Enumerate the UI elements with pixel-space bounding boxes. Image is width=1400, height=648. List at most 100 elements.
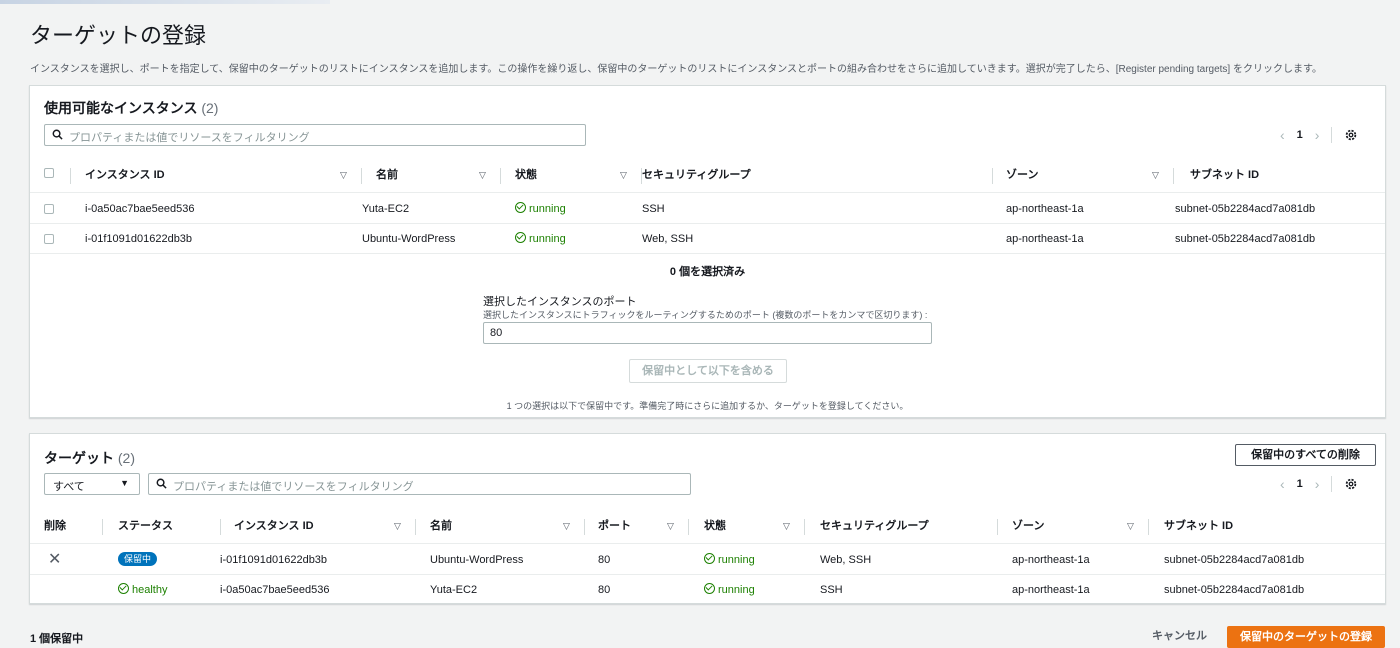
column-state[interactable]: 状態 <box>515 158 537 193</box>
cell-subnet: subnet-05b2284acd7a081db <box>1175 233 1316 245</box>
state-text: running <box>529 233 566 245</box>
page-number[interactable]: 1 <box>1297 478 1303 490</box>
search-icon <box>52 129 63 140</box>
select-value: すべて <box>53 481 85 493</box>
cell-subnet: subnet-05b2284acd7a081db <box>1175 203 1316 215</box>
cell-security-group: SSH <box>642 203 665 215</box>
column-state[interactable]: 状態 <box>704 509 726 544</box>
cell-security-group: Web, SSH <box>820 554 872 566</box>
cell-name: Yuta-EC2 <box>362 203 410 215</box>
column-port[interactable]: ポート <box>598 509 631 544</box>
column-subnet[interactable]: サブネット ID <box>1164 509 1233 544</box>
cell-state: running <box>515 194 566 224</box>
pending-note: 1 つの選択は以下で保留中です。準備完了時にさらに追加するか、ターゲットを登録し… <box>506 401 909 411</box>
cell-state: running <box>515 224 566 254</box>
column-security-group[interactable]: セキュリティグループ <box>820 509 929 544</box>
cell-status: healthy <box>118 575 167 605</box>
sort-icon[interactable]: ▽ <box>783 509 790 544</box>
pending-count: 1 個保留中 <box>30 633 84 645</box>
target-search-input[interactable]: プロパティまたは値でリソースをフィルタリング <box>148 473 691 495</box>
column-name[interactable]: 名前 <box>430 509 452 544</box>
status-text: healthy <box>132 584 168 596</box>
check-circle-icon <box>704 583 715 594</box>
state-text: running <box>718 584 755 596</box>
page-number[interactable]: 1 <box>1297 129 1303 141</box>
check-circle-icon <box>515 202 526 213</box>
targets-count: (2) <box>117 450 136 466</box>
row-checkbox[interactable] <box>44 234 54 244</box>
table-row[interactable]: i-01f1091d01622db3b Ubuntu-WordPress run… <box>30 224 1385 254</box>
cell-name: Ubuntu-WordPress <box>362 233 456 245</box>
page-description: インスタンスを選択し、ポートを指定して、保留中のターゲットのリストにインスタンス… <box>30 64 1322 75</box>
table-row[interactable]: ✕ 保留中 i-01f1091d01622db3b Ubuntu-WordPre… <box>30 545 1385 575</box>
include-pending-button[interactable]: 保留中として以下を含める <box>629 359 787 383</box>
close-icon[interactable]: ✕ <box>48 545 61 575</box>
cancel-button[interactable]: キャンセル <box>1152 627 1207 643</box>
cell-status: 保留中 <box>118 545 158 575</box>
chevron-left-icon[interactable]: ‹ <box>1280 476 1285 492</box>
chevron-left-icon[interactable]: ‹ <box>1280 127 1285 143</box>
targets-pagination: ‹ 1 › <box>1280 476 1358 492</box>
cell-security-group: SSH <box>820 584 843 596</box>
caret-down-icon: ▼ <box>120 478 129 488</box>
cell-instance-id: i-01f1091d01622db3b <box>85 233 193 245</box>
search-placeholder: プロパティまたは値でリソースをフィルタリング <box>69 132 310 144</box>
cell-port: 80 <box>598 584 611 596</box>
available-table-header: インスタンス ID ▽ 名前 ▽ 状態 ▽ セキュリティグループ ゾーン ▽ サ… <box>30 158 1385 193</box>
targets-title: ターゲット (2) <box>44 448 135 468</box>
targets-title-text: ターゲット <box>44 450 114 466</box>
available-title-text: 使用可能なインスタンス <box>44 100 198 116</box>
search-placeholder: プロパティまたは値でリソースをフィルタリング <box>173 481 414 493</box>
instance-search-input[interactable]: プロパティまたは値でリソースをフィルタリング <box>44 124 586 146</box>
sort-icon[interactable]: ▽ <box>340 158 347 193</box>
column-zone[interactable]: ゾーン <box>1006 158 1038 193</box>
table-row[interactable]: healthy i-0a50ac7bae5eed536 Yuta-EC2 80 … <box>30 575 1385 605</box>
sort-icon[interactable]: ▽ <box>667 509 674 544</box>
cell-instance-id: i-0a50ac7bae5eed536 <box>85 203 195 215</box>
state-text: running <box>718 554 755 566</box>
cell-name: Ubuntu-WordPress <box>430 554 524 566</box>
sort-icon[interactable]: ▽ <box>620 158 627 193</box>
check-circle-icon <box>704 553 715 564</box>
column-zone[interactable]: ゾーン <box>1012 509 1044 544</box>
status-filter-select[interactable]: すべて ▼ <box>44 473 140 495</box>
column-subnet[interactable]: サブネット ID <box>1190 158 1259 193</box>
column-instance-id[interactable]: インスタンス ID <box>234 509 314 544</box>
available-pagination: ‹ 1 › <box>1280 127 1358 143</box>
column-remove: 削除 <box>44 520 66 532</box>
column-name[interactable]: 名前 <box>376 158 398 193</box>
select-all-checkbox[interactable] <box>44 168 54 178</box>
chevron-right-icon[interactable]: › <box>1315 127 1320 143</box>
available-count: (2) <box>201 100 219 116</box>
gear-icon[interactable] <box>1344 477 1358 491</box>
column-instance-id[interactable]: インスタンス ID <box>85 158 165 193</box>
cell-state: running <box>704 575 755 605</box>
targets-panel: ターゲット (2) 保留中のすべての削除 すべて ▼ プロパティまたは値でリソー… <box>29 433 1386 604</box>
targets-table-header: 削除 ステータス インスタンス ID ▽ 名前 ▽ ポート ▽ 状態 ▽ セキュ… <box>30 509 1385 544</box>
column-security-group[interactable]: セキュリティグループ <box>642 158 751 193</box>
cell-name: Yuta-EC2 <box>430 584 478 596</box>
cell-subnet: subnet-05b2284acd7a081db <box>1164 554 1305 566</box>
cell-subnet: subnet-05b2284acd7a081db <box>1164 584 1305 596</box>
available-instances-panel: 使用可能なインスタンス (2) プロパティまたは値でリソースをフィルタリング ‹… <box>29 85 1386 418</box>
gear-icon[interactable] <box>1344 128 1358 142</box>
sort-icon[interactable]: ▽ <box>1152 158 1159 193</box>
chevron-right-icon[interactable]: › <box>1315 476 1320 492</box>
cell-state: running <box>704 545 755 575</box>
cell-zone: ap-northeast-1a <box>1006 233 1084 245</box>
sort-icon[interactable]: ▽ <box>1127 509 1134 544</box>
remove-all-pending-button[interactable]: 保留中のすべての削除 <box>1235 444 1376 466</box>
cell-instance-id: i-0a50ac7bae5eed536 <box>220 584 330 596</box>
sort-icon[interactable]: ▽ <box>479 158 486 193</box>
table-row[interactable]: i-0a50ac7bae5eed536 Yuta-EC2 running SSH… <box>30 194 1385 224</box>
row-checkbox[interactable] <box>44 204 54 214</box>
port-input[interactable]: 80 <box>483 322 932 344</box>
sort-icon[interactable]: ▽ <box>394 509 401 544</box>
sort-icon[interactable]: ▽ <box>563 509 570 544</box>
column-status[interactable]: ステータス <box>118 509 173 544</box>
breadcrumb <box>0 0 330 4</box>
cell-zone: ap-northeast-1a <box>1012 584 1090 596</box>
state-text: running <box>529 203 566 215</box>
port-label: 選択したインスタンスのポート <box>483 296 637 308</box>
register-pending-targets-button[interactable]: 保留中のターゲットの登録 <box>1227 626 1385 648</box>
